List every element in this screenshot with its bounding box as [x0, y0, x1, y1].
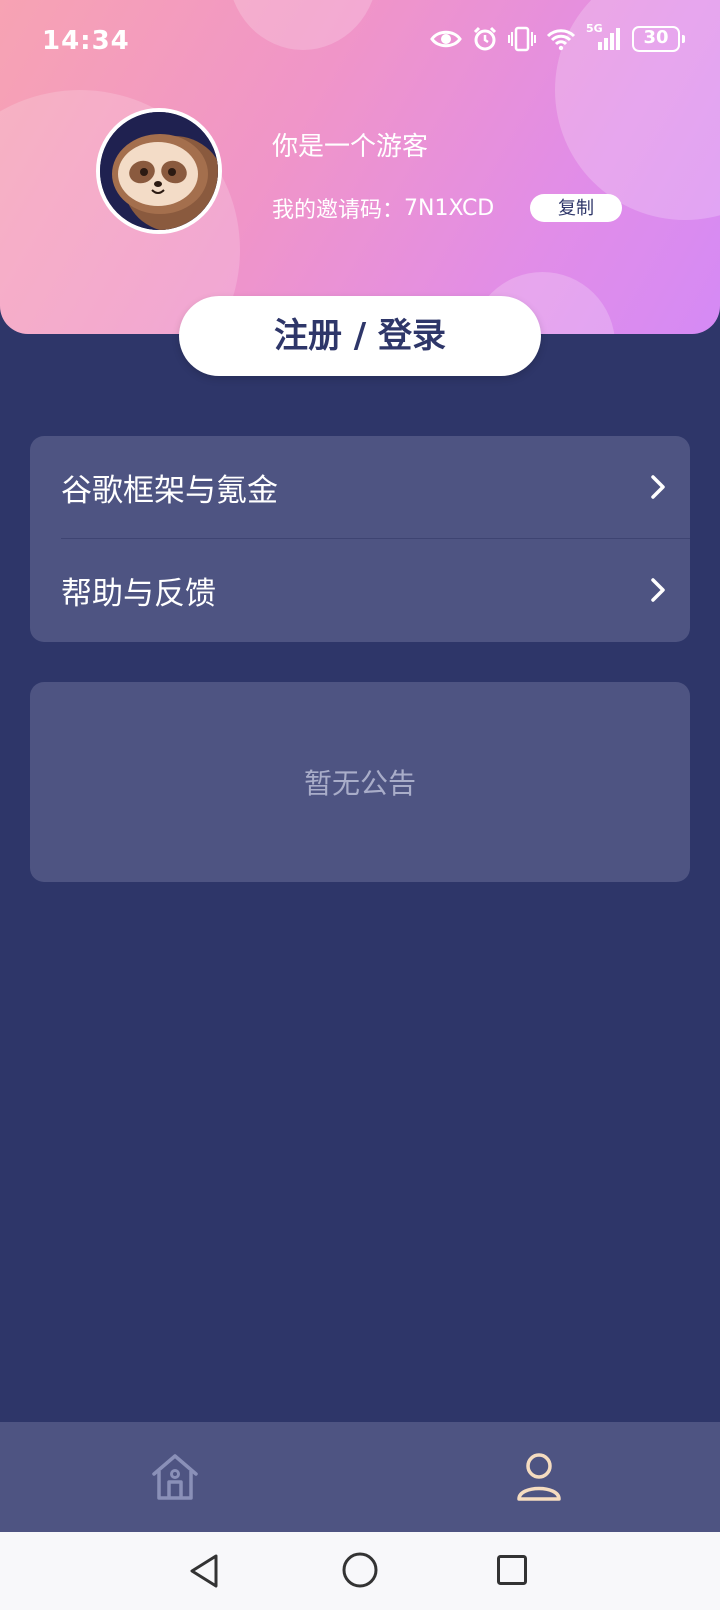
chevron-right-icon [651, 578, 665, 602]
invite-label: 我的邀请码： [272, 198, 405, 223]
chevron-right-icon [651, 475, 665, 499]
battery-icon: 30 [632, 26, 685, 52]
home-icon[interactable] [150, 1452, 200, 1502]
status-time: 14:34 [42, 26, 130, 56]
menu-item-label: 谷歌框架与氪金 [61, 473, 278, 509]
home-circle-icon[interactable] [341, 1551, 379, 1589]
recent-apps-icon[interactable] [496, 1554, 528, 1586]
status-icons: 5G 30 [430, 22, 685, 52]
menu-card: 谷歌框架与氪金 帮助与反馈 [30, 436, 690, 642]
menu-item-label: 帮助与反馈 [61, 576, 216, 612]
avatar[interactable] [96, 108, 222, 234]
wifi-icon [546, 29, 576, 51]
vibrate-icon [508, 26, 536, 52]
user-name: 你是一个游客 [272, 132, 429, 162]
back-icon[interactable] [188, 1553, 222, 1589]
decor-bubble [228, 0, 378, 50]
sloth-avatar-icon [100, 112, 218, 230]
menu-item-google-framework[interactable]: 谷歌框架与氪金 [30, 436, 690, 539]
invite-code-row: 我的邀请码： 7N1XCD [272, 192, 494, 224]
announcement-text: 暂无公告 [303, 767, 416, 800]
system-nav-bar [0, 1532, 720, 1610]
login-register-button[interactable]: 注册 / 登录 [179, 296, 541, 376]
announcement-card: 暂无公告 [30, 682, 690, 882]
eye-icon [430, 30, 462, 48]
user-icon[interactable] [516, 1452, 562, 1502]
invite-code: 7N1XCD [404, 195, 495, 221]
signal-icon: 5G [586, 22, 622, 52]
alarm-icon [473, 26, 497, 51]
menu-item-help-feedback[interactable]: 帮助与反馈 [30, 539, 690, 642]
bottom-tabbar [0, 1422, 720, 1532]
copy-button[interactable]: 复制 [530, 194, 622, 222]
